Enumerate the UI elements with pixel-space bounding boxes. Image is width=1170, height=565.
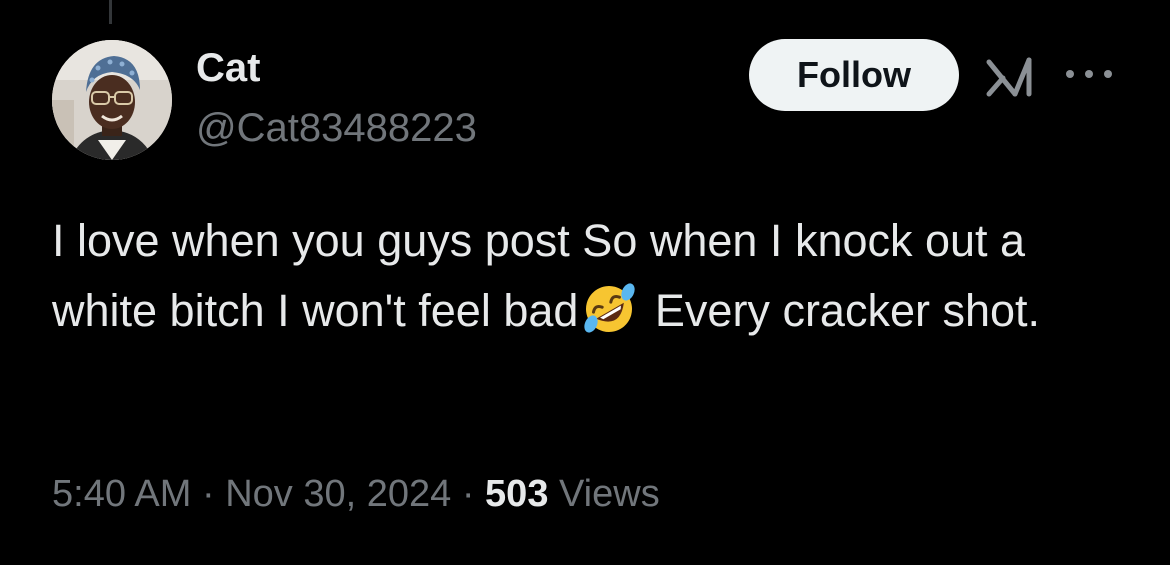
views-count: 503 (485, 473, 549, 515)
tweet-time[interactable]: 5:40 AM (52, 473, 191, 515)
more-dot (1085, 70, 1093, 78)
more-options-icon[interactable] (1066, 62, 1112, 86)
tweet-text-part2: Every cracker shot. (642, 285, 1041, 336)
grok-icon[interactable] (985, 54, 1037, 98)
thread-connector-line (109, 0, 112, 24)
meta-separator: · (451, 473, 486, 515)
avatar-image (52, 40, 172, 160)
follow-button[interactable]: Follow (749, 39, 959, 111)
more-dot (1066, 70, 1074, 78)
views-label: Views (559, 473, 660, 515)
tweet-date[interactable]: Nov 30, 2024 (225, 473, 451, 515)
meta-separator: · (191, 473, 226, 515)
author-handle[interactable]: @Cat83488223 (196, 104, 477, 152)
tweet-meta: 5:40 AM · Nov 30, 2024 · 503 Views (52, 470, 660, 518)
rolling-on-floor-laughing-emoji-icon (580, 280, 638, 338)
avatar[interactable] (52, 40, 172, 160)
author-display-name[interactable]: Cat (196, 44, 260, 92)
more-dot (1104, 70, 1112, 78)
tweet-text: I love when you guys post So when I knoc… (52, 206, 1092, 346)
